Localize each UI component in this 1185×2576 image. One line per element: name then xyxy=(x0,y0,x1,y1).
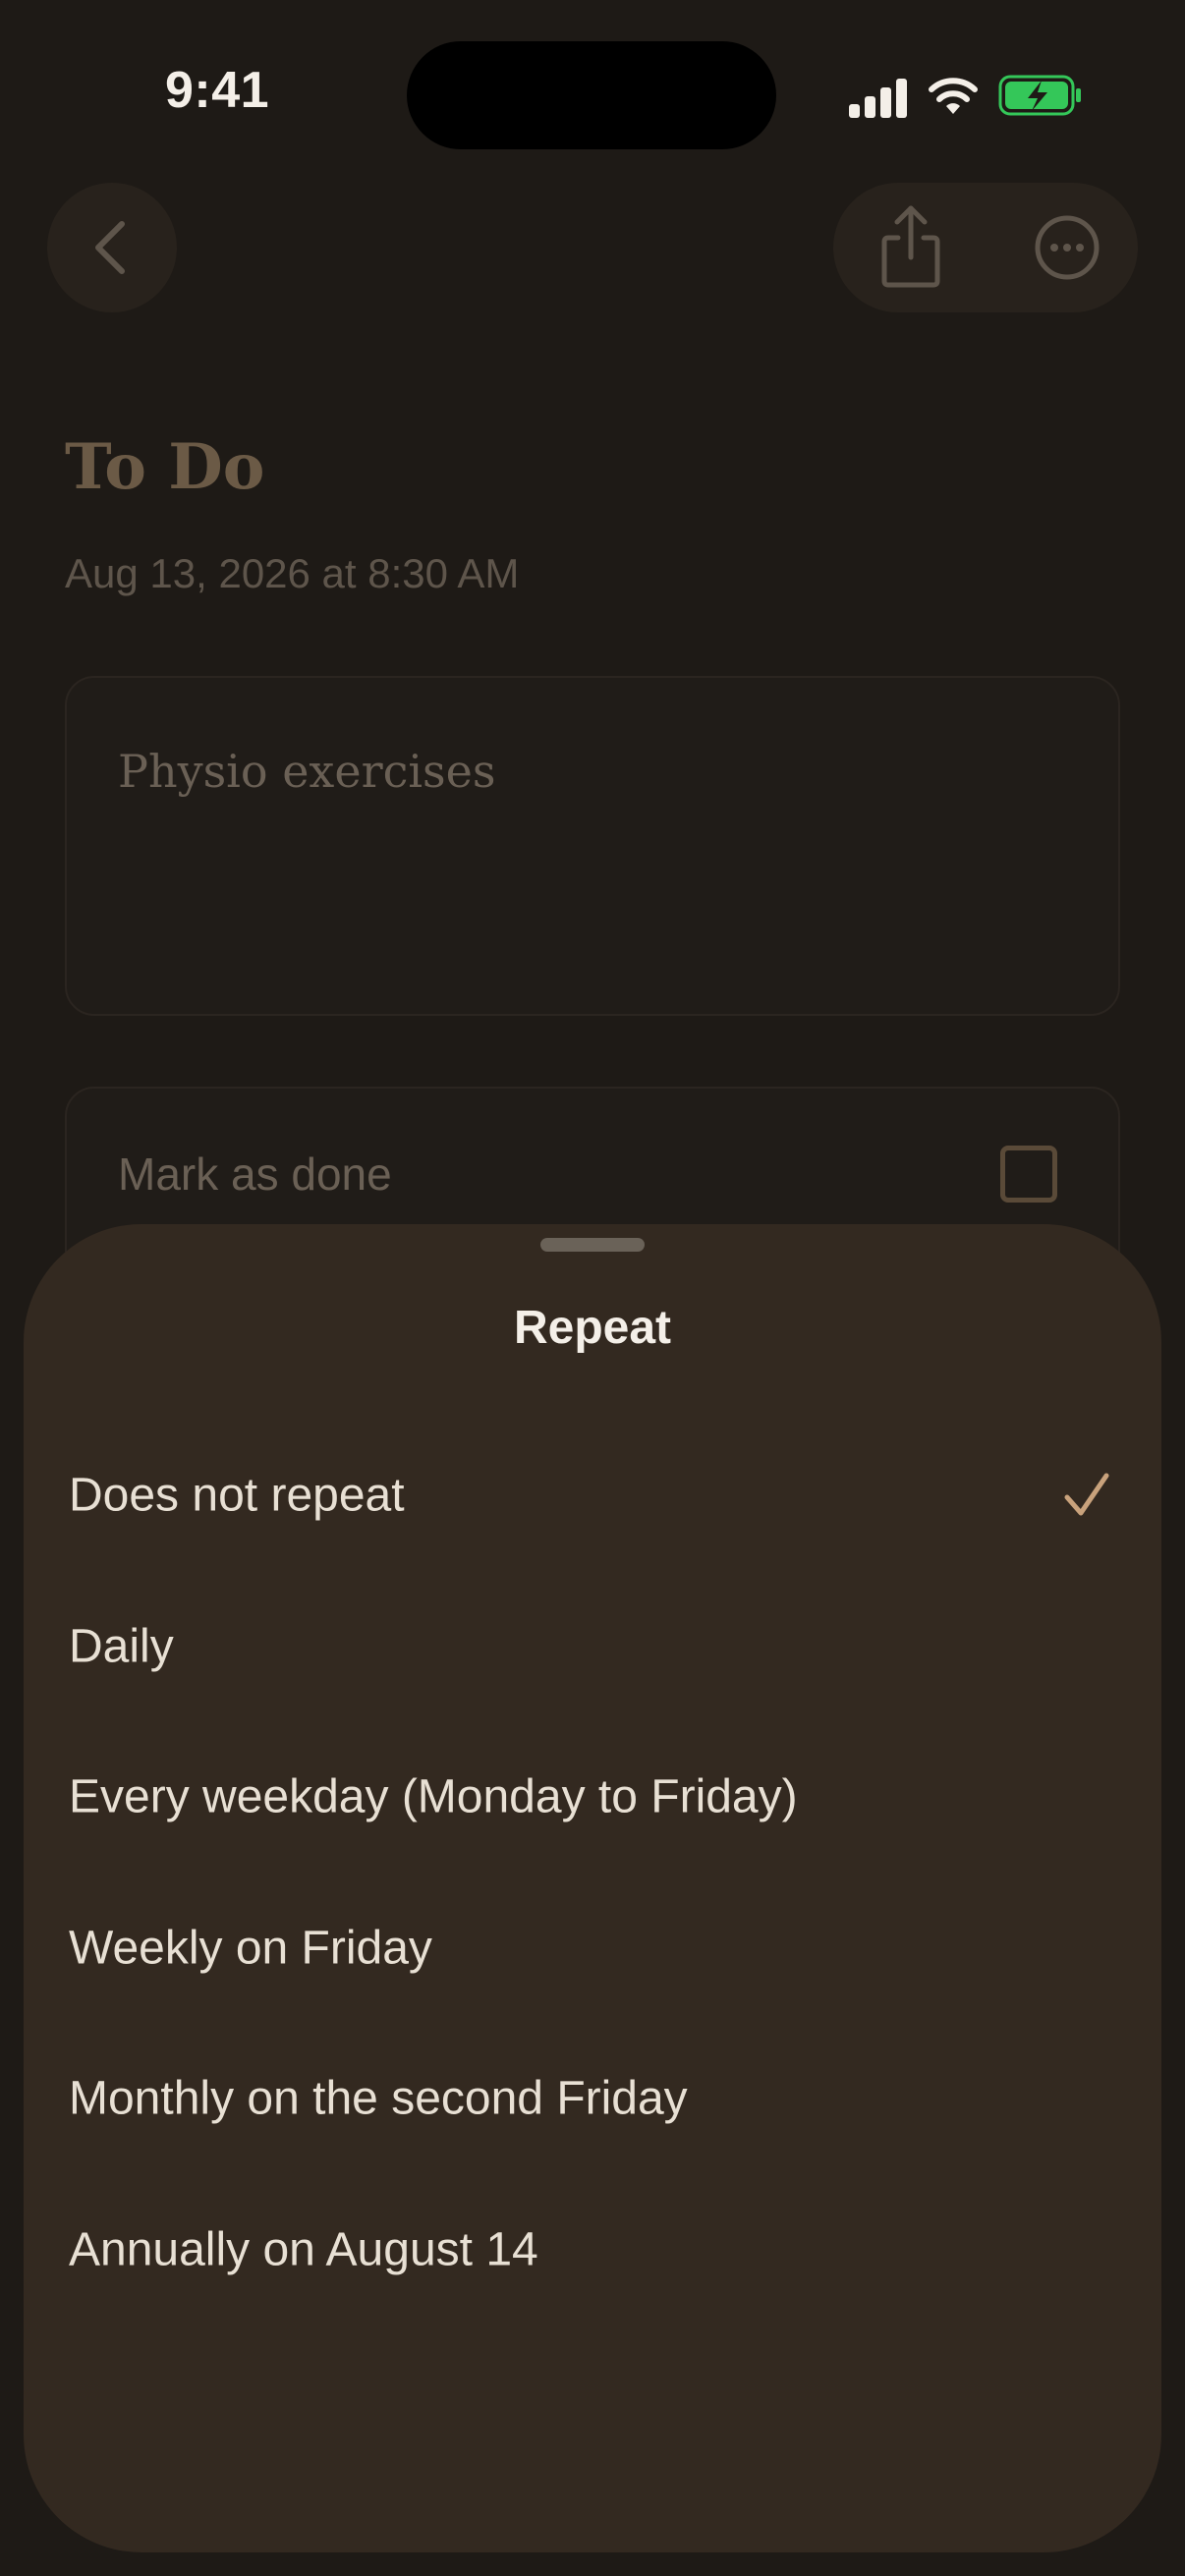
share-icon xyxy=(881,205,940,288)
dynamic-island xyxy=(407,41,776,149)
repeat-option-daily[interactable]: Daily xyxy=(24,1572,1161,1721)
back-button[interactable] xyxy=(47,183,177,312)
mark-done-label: Mark as done xyxy=(118,1148,392,1200)
repeat-option-label: Annually on August 14 xyxy=(69,2223,538,2276)
note-body-field[interactable] xyxy=(65,676,1120,1016)
repeat-option-monthly[interactable]: Monthly on the second Friday xyxy=(24,2024,1161,2173)
more-options-button[interactable] xyxy=(1012,193,1122,303)
cellular-signal-icon xyxy=(849,79,907,118)
repeat-option-label: Does not repeat xyxy=(69,1469,405,1522)
chevron-left-icon xyxy=(95,221,125,274)
note-title: To Do xyxy=(65,430,265,504)
repeat-option-every-weekday[interactable]: Every weekday (Monday to Friday) xyxy=(24,1722,1161,1872)
repeat-option-label: Every weekday (Monday to Friday) xyxy=(69,1770,798,1823)
wifi-icon xyxy=(929,78,978,114)
repeat-option-does-not-repeat[interactable]: Does not repeat xyxy=(24,1421,1161,1570)
note-body-text: Physio exercises xyxy=(118,745,496,798)
status-time: 9:41 xyxy=(165,62,270,119)
sheet-title: Repeat xyxy=(513,1302,672,1354)
checkmark-icon xyxy=(1064,1473,1109,1516)
repeat-option-label: Weekly on Friday xyxy=(69,1922,432,1975)
battery-charging-icon xyxy=(998,75,1081,116)
repeat-option-label: Daily xyxy=(69,1620,174,1673)
ellipsis-circle-icon xyxy=(1035,215,1100,280)
repeat-option-annually[interactable]: Annually on August 14 xyxy=(24,2175,1161,2324)
mark-done-checkbox[interactable] xyxy=(1000,1146,1057,1203)
repeat-option-weekly[interactable]: Weekly on Friday xyxy=(24,1874,1161,2023)
share-button[interactable] xyxy=(855,193,967,303)
sheet-grabber[interactable] xyxy=(540,1238,645,1252)
repeat-option-label: Monthly on the second Friday xyxy=(69,2072,688,2125)
note-date: Aug 13, 2026 at 8:30 AM xyxy=(65,550,520,596)
